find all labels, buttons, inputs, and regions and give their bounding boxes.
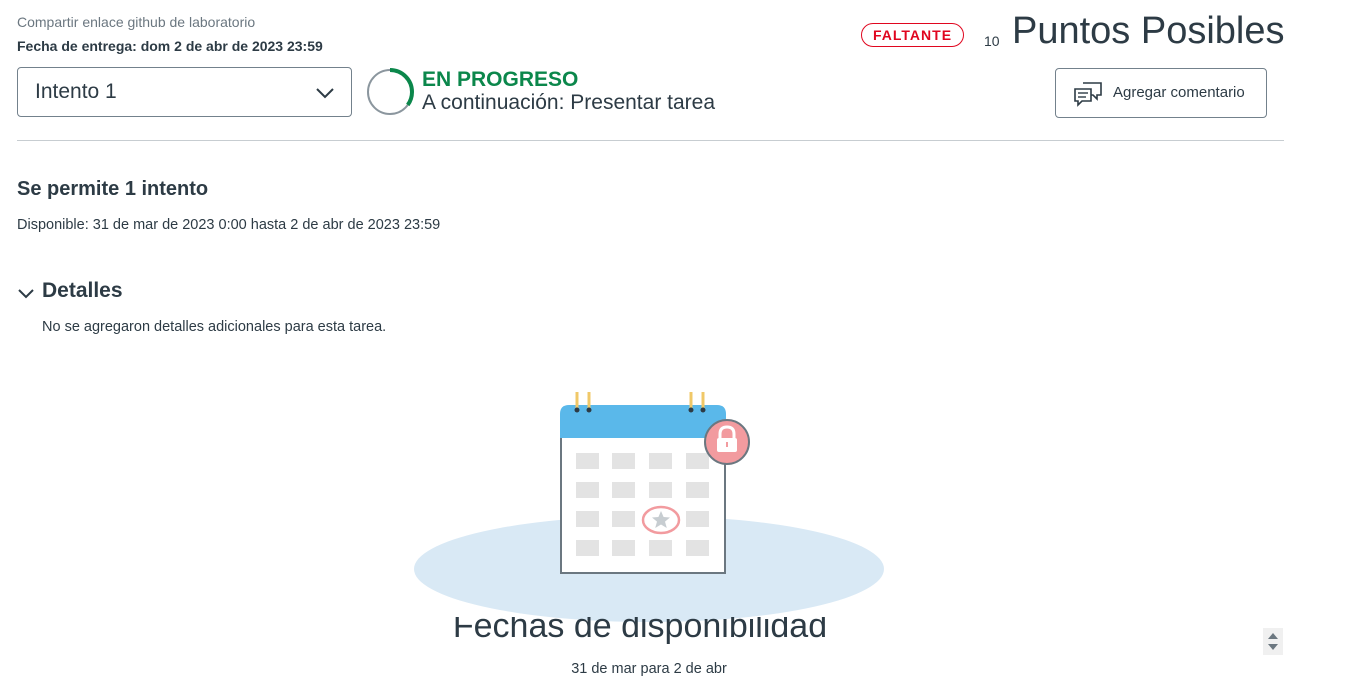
chevron-down-icon xyxy=(18,289,34,299)
add-comment-label: Agregar comentario xyxy=(1113,84,1245,101)
availability-dates-range: 31 de mar para 2 de abr xyxy=(571,661,727,677)
assignment-page: Compartir enlace github de laboratorio F… xyxy=(0,0,1348,690)
availability-dates-title-text: Fechas de disponibilidad xyxy=(452,617,828,645)
availability-text: Disponible: 31 de mar de 2023 0:00 hasta… xyxy=(17,217,441,233)
points-label: Puntos Posibles xyxy=(1012,10,1285,52)
assignment-title: Compartir enlace github de laboratorio xyxy=(17,14,256,30)
missing-status-badge: FALTANTE xyxy=(861,23,965,47)
availability-dates-title: Fechas de disponibilidad xyxy=(0,617,1280,645)
status-next-step: A continuación: Presentar tarea xyxy=(422,91,716,114)
attempts-heading: Se permite 1 intento xyxy=(17,178,209,200)
comment-icon xyxy=(1074,82,1102,107)
attempt-select-value: Intento 1 xyxy=(35,80,117,103)
header-divider xyxy=(17,140,1284,141)
add-comment-button[interactable]: Agregar comentario xyxy=(1055,68,1267,118)
details-heading: Detalles xyxy=(42,279,123,302)
progress-ring-icon xyxy=(366,68,414,116)
status-title: EN PROGRESO xyxy=(422,68,579,91)
details-text: No se agregaron detalles adicionales par… xyxy=(42,319,387,335)
chevron-down-icon xyxy=(316,88,334,99)
attempt-select[interactable]: Intento 1 xyxy=(17,67,352,117)
due-date: Fecha de entrega: dom 2 de abr de 2023 2… xyxy=(17,38,323,54)
scroll-stepper-icon[interactable] xyxy=(1263,628,1283,655)
points-value: 10 xyxy=(984,33,1000,49)
locked-calendar-illustration xyxy=(414,392,884,622)
